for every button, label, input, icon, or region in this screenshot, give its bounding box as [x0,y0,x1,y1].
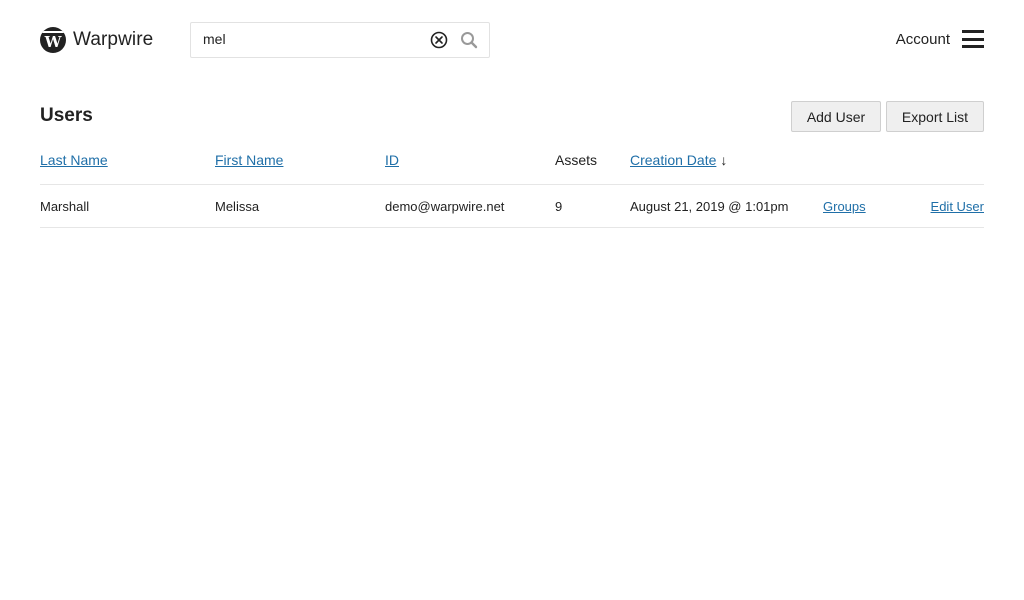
column-header-creation-date-wrap: Creation Date ↓ [630,152,727,168]
search-icon[interactable] [460,31,478,49]
brand-logo[interactable]: W Warpwire [40,27,153,53]
cell-assets: 9 [555,199,563,214]
column-header-assets: Assets [555,152,598,168]
table-header-row: Last Name First Name ID Assets Creation … [40,140,984,185]
column-header-last-name[interactable]: Last Name [40,152,108,168]
add-user-button[interactable]: Add User [791,101,881,132]
cell-creation-date: August 21, 2019 @ 1:01pm [630,199,789,214]
clear-search-icon[interactable] [430,31,448,49]
account-menu[interactable]: Account [896,30,984,48]
users-table: Last Name First Name ID Assets Creation … [40,140,984,228]
column-header-id[interactable]: ID [385,152,399,168]
edit-user-link[interactable]: Edit User [931,199,984,214]
account-label[interactable]: Account [896,31,950,48]
cell-last-name: Marshall [40,199,90,214]
search-box [190,22,490,58]
search-input[interactable] [203,31,403,47]
hamburger-menu-icon[interactable] [962,30,984,48]
cell-first-name: Melissa [215,199,260,214]
column-header-first-name[interactable]: First Name [215,152,283,168]
page-title: Users [40,105,93,126]
warpwire-logo-icon: W [40,27,66,53]
cell-id: demo@warpwire.net [385,199,505,214]
column-header-creation-date[interactable]: Creation Date [630,152,716,168]
groups-link[interactable]: Groups [823,199,866,214]
export-list-button[interactable]: Export List [886,101,984,132]
sort-descending-icon: ↓ [720,152,728,168]
brand-name: Warpwire [73,29,154,50]
table-row: Marshall Melissa demo@warpwire.net 9 Aug… [40,185,984,228]
